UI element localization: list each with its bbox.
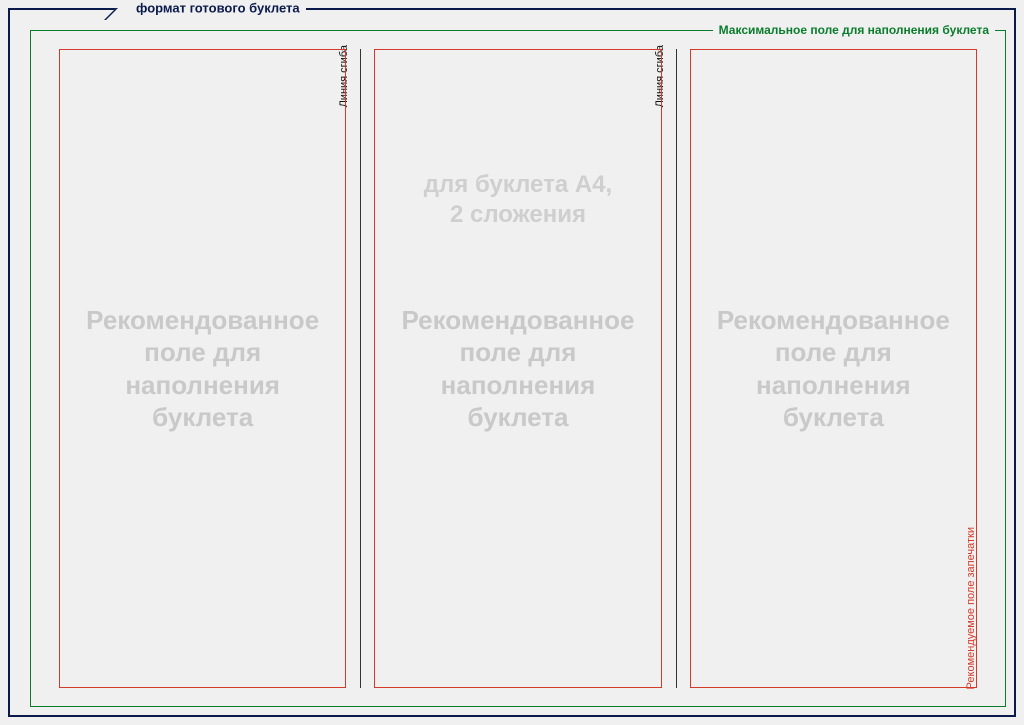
panels-container: Линия сгиба Линия сгиба Рекомендованное …	[45, 49, 991, 688]
panel-right: Рекомендованное поле для наполнения букл…	[690, 49, 977, 688]
text-line: наполнения	[756, 370, 911, 400]
text-line: буклета	[467, 402, 568, 432]
panel-center: для буклета А4, 2 сложения Рекомендованн…	[374, 49, 661, 688]
safe-label: Максимальное поле для наполнения буклета	[713, 23, 995, 37]
panel-left: Рекомендованное поле для наполнения букл…	[59, 49, 346, 688]
text-line: наполнения	[125, 370, 280, 400]
text-line: Рекомендованное	[717, 305, 950, 335]
text-line: поле для	[144, 337, 261, 367]
text-line: 2 сложения	[450, 201, 586, 228]
text-line: наполнения	[441, 370, 596, 400]
safe-frame: Максимальное поле для наполнения буклета…	[30, 30, 1006, 707]
panel-center-title: для буклета А4, 2 сложения	[375, 170, 660, 230]
panel-left-text: Рекомендованное поле для наполнения букл…	[78, 304, 327, 434]
print-area-label: Рекомендуемое поле запечатки	[965, 527, 977, 689]
panel-center-wrap: для буклета А4, 2 сложения Рекомендованн…	[360, 49, 675, 688]
trim-label: формат готового буклета	[130, 1, 306, 16]
panel-right-wrap: Рекомендованное поле для наполнения букл…	[676, 49, 991, 688]
text-line: для буклета А4,	[424, 171, 612, 198]
text-line: буклета	[783, 402, 884, 432]
panel-left-wrap: Рекомендованное поле для наполнения букл…	[45, 49, 360, 688]
text-line: поле для	[459, 337, 576, 367]
panel-center-text: Рекомендованное поле для наполнения букл…	[393, 304, 642, 434]
panel-right-text: Рекомендованное поле для наполнения букл…	[709, 304, 958, 434]
text-line: Рекомендованное	[86, 305, 319, 335]
text-line: поле для	[775, 337, 892, 367]
trim-frame: формат готового буклета Максимальное пол…	[8, 8, 1016, 717]
text-line: Рекомендованное	[401, 305, 634, 335]
text-line: буклета	[152, 402, 253, 432]
